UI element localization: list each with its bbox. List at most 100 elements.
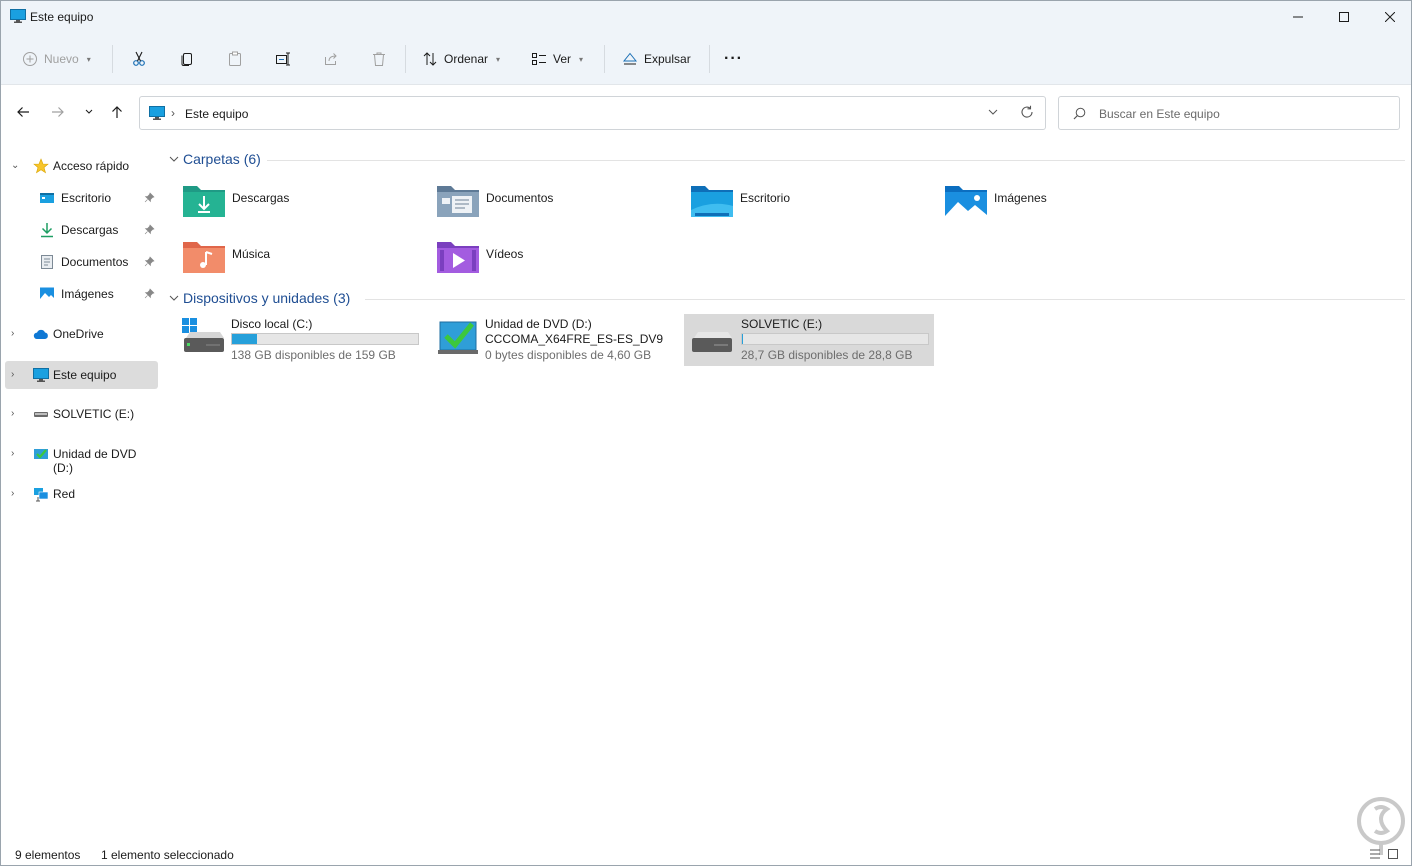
folder-imagenes[interactable]: Imágenes	[944, 182, 1194, 232]
drive-usage-bar	[231, 333, 419, 345]
minimize-button[interactable]	[1275, 1, 1321, 33]
download-icon	[41, 223, 53, 238]
pin-icon[interactable]	[144, 192, 155, 203]
group-divider	[365, 299, 1405, 300]
view-toggle-group	[1369, 848, 1399, 860]
status-bar: 9 elementos 1 elemento seleccionado	[1, 844, 1411, 865]
drive-dvd-d[interactable]: Unidad de DVD (D:) CCCOMA_X64FRE_ES-ES_D…	[436, 314, 686, 366]
sidebar-item-red[interactable]: › Red	[5, 480, 158, 508]
sort-label: Ordenar	[444, 52, 489, 66]
folder-label: Música	[232, 247, 271, 261]
drive-local-c[interactable]: Disco local (C:) 138 GB disponibles de 1…	[182, 314, 432, 366]
folder-label: Documentos	[486, 191, 554, 205]
pin-icon[interactable]	[144, 256, 155, 267]
usb-drive-icon	[692, 332, 732, 352]
sidebar-item-escritorio[interactable]: Escritorio	[5, 184, 158, 212]
eject-icon	[622, 52, 638, 65]
close-button[interactable]	[1367, 1, 1411, 33]
sidebar-item-quick-access[interactable]: ⌄ Acceso rápido	[5, 152, 158, 180]
chevron-down-icon: ▾	[579, 54, 584, 64]
sidebar-item-label: Unidad de DVD (D:)	[53, 447, 137, 475]
chevron-right-icon[interactable]: ›	[11, 328, 14, 339]
refresh-icon[interactable]	[1020, 105, 1034, 119]
drive-free-space: 0 bytes disponibles de 4,60 GB	[485, 348, 652, 362]
maximize-button[interactable]	[1321, 1, 1367, 33]
file-explorer-window: Este equipo Nuevo ▾ Ordenar ▾ Ver ▾ Expu…	[0, 0, 1412, 866]
tiles-view-icon[interactable]	[1387, 848, 1399, 860]
cut-button[interactable]	[131, 45, 147, 73]
rename-button[interactable]	[275, 45, 291, 73]
navigation-pane: ⌄ Acceso rápido Escritorio Descargas Doc…	[1, 146, 161, 836]
drive-free-space: 28,7 GB disponibles de 28,8 GB	[741, 348, 913, 362]
sidebar-item-este-equipo[interactable]: › Este equipo	[5, 361, 158, 389]
group-divider	[267, 160, 1405, 161]
back-button[interactable]	[12, 101, 34, 123]
breadcrumb-este-equipo[interactable]: Este equipo	[185, 107, 248, 121]
folder-videos[interactable]: Vídeos	[436, 238, 686, 288]
delete-button[interactable]	[371, 45, 387, 73]
chevron-right-icon[interactable]: ›	[11, 448, 14, 459]
paste-button[interactable]	[227, 45, 243, 73]
chevron-right-icon[interactable]: ›	[11, 369, 14, 380]
search-placeholder: Buscar en Este equipo	[1099, 107, 1220, 121]
sidebar-item-documentos[interactable]: Documentos	[5, 248, 158, 276]
sidebar-item-solvetic[interactable]: › SOLVETIC (E:)	[5, 400, 158, 428]
group-title: Dispositivos y unidades (3)	[183, 290, 351, 306]
chevron-down-icon[interactable]	[988, 107, 998, 117]
documents-folder-icon	[437, 186, 479, 217]
command-bar: Nuevo ▾ Ordenar ▾ Ver ▾ Expulsar ···	[1, 33, 1411, 85]
sidebar-item-label: Escritorio	[61, 191, 112, 205]
music-folder-icon	[183, 242, 225, 273]
chevron-right-icon[interactable]: ›	[11, 408, 14, 419]
arrow-up-icon	[112, 106, 122, 118]
image-icon	[40, 287, 54, 301]
toolbar-divider	[405, 45, 406, 73]
windows-drive-icon	[182, 318, 224, 352]
drive-solvetic-e[interactable]: SOLVETIC (E:) 28,7 GB disponibles de 28,…	[684, 314, 934, 366]
sort-button[interactable]: Ordenar ▾	[422, 45, 500, 73]
copy-button[interactable]	[179, 45, 195, 73]
share-button[interactable]	[323, 45, 339, 73]
folder-label: Imágenes	[994, 191, 1047, 205]
sidebar-item-label: Descargas	[61, 223, 119, 237]
recent-locations-button[interactable]	[78, 101, 100, 123]
usb-drive-icon	[34, 412, 48, 417]
up-button[interactable]	[106, 101, 128, 123]
pin-icon[interactable]	[144, 224, 155, 235]
folder-escritorio[interactable]: Escritorio	[690, 182, 940, 232]
new-button[interactable]: Nuevo ▾	[22, 45, 91, 73]
sidebar-item-dvd[interactable]: › Unidad de DVD (D:)	[5, 440, 158, 475]
folders-group-header[interactable]: Carpetas (6)	[167, 151, 1405, 169]
chevron-down-icon	[85, 109, 93, 114]
sidebar-item-label: Documentos	[61, 255, 129, 269]
share-icon	[325, 53, 337, 65]
document-icon	[41, 255, 53, 269]
eject-button[interactable]: Expulsar	[622, 45, 691, 73]
selection-count: 1 elemento seleccionado	[101, 848, 234, 862]
forward-button[interactable]	[47, 101, 69, 123]
search-input[interactable]: Buscar en Este equipo	[1058, 96, 1400, 130]
more-options-button[interactable]: ···	[724, 45, 743, 73]
dvd-drive-icon	[34, 449, 48, 459]
folder-musica[interactable]: Música	[182, 238, 432, 288]
chevron-down-icon[interactable]: ⌄	[11, 160, 19, 171]
copy-icon	[181, 53, 192, 66]
group-title: Carpetas (6)	[183, 151, 261, 167]
devices-group-header[interactable]: Dispositivos y unidades (3)	[167, 290, 1405, 308]
desktop-icon	[40, 193, 54, 203]
computer-icon	[149, 106, 165, 120]
chevron-right-icon[interactable]: ›	[11, 488, 14, 499]
view-label: Ver	[553, 52, 572, 66]
folder-documentos[interactable]: Documentos	[436, 182, 686, 232]
details-view-icon[interactable]	[1369, 848, 1381, 860]
new-label: Nuevo	[44, 52, 79, 66]
sidebar-item-onedrive[interactable]: › OneDrive	[5, 320, 158, 348]
folder-label: Escritorio	[740, 191, 791, 205]
sidebar-item-imagenes[interactable]: Imágenes	[5, 280, 158, 308]
view-button[interactable]: Ver ▾	[531, 45, 583, 73]
address-bar[interactable]: › Este equipo	[139, 96, 1046, 130]
sidebar-item-descargas[interactable]: Descargas	[5, 216, 158, 244]
toolbar-divider	[709, 45, 710, 73]
folder-descargas[interactable]: Descargas	[182, 182, 432, 232]
pin-icon[interactable]	[144, 288, 155, 299]
